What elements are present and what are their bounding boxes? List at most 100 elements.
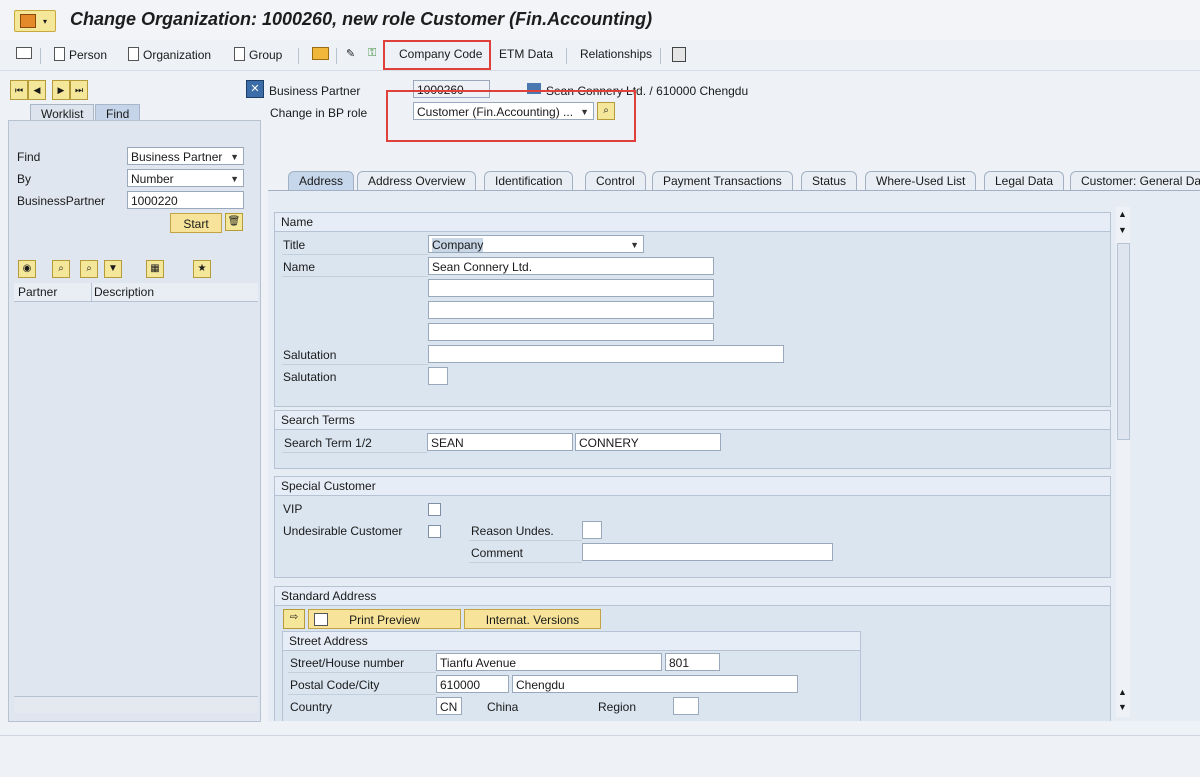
search-term-1-input[interactable]: SEAN — [427, 433, 573, 451]
person-button[interactable]: Person — [54, 47, 107, 62]
country-name: China — [487, 700, 519, 714]
name-1-input[interactable]: Sean Connery Ltd. — [428, 257, 714, 275]
last-page-icon[interactable]: ⏭ — [70, 80, 88, 100]
lock-icon[interactable]: ⚿ — [368, 47, 376, 60]
undesirable-checkbox[interactable] — [428, 525, 441, 538]
by-select[interactable]: Number — [127, 169, 244, 187]
tab-customer-general-data[interactable]: Customer: General Da — [1070, 171, 1200, 191]
group-button[interactable]: Group — [234, 47, 282, 62]
document-icon — [128, 47, 139, 61]
street-input[interactable]: Tianfu Avenue — [436, 653, 662, 671]
country-code-input[interactable]: CN — [436, 697, 462, 715]
region-label: Region — [598, 700, 637, 714]
menu-icon — [20, 14, 36, 28]
navigation-pane — [8, 120, 261, 722]
tab-address[interactable]: Address — [288, 171, 355, 191]
start-button[interactable]: Start — [170, 213, 222, 233]
tab-legal-data[interactable]: Legal Data — [984, 171, 1065, 191]
undesirable-label: Undesirable Customer — [283, 524, 403, 538]
list-header: Partner Description — [14, 283, 258, 302]
comment-label: Comment — [471, 546, 524, 560]
chevron-down-icon: ▾ — [43, 17, 48, 26]
street-label: Street/House number — [290, 656, 405, 670]
role-label: Change in BP role — [270, 106, 368, 120]
document-icon — [54, 47, 65, 61]
salutation-input[interactable] — [428, 345, 784, 363]
tab-address-overview[interactable]: Address Overview — [357, 171, 477, 191]
tab-control[interactable]: Control — [585, 171, 646, 191]
organization-button[interactable]: Organization — [128, 47, 211, 62]
layout-icon[interactable]: ▦ — [146, 260, 164, 278]
open-folder-icon[interactable] — [312, 47, 329, 63]
name-3-input[interactable] — [428, 301, 714, 319]
next-page-icon[interactable]: ▶ — [52, 80, 70, 100]
scroll-thumb[interactable] — [1117, 243, 1130, 440]
scroll-down-bottom-icon[interactable]: ▼ — [1118, 702, 1127, 712]
tab-content: Name Title Company Name Sean Connery Ltd… — [268, 190, 1200, 721]
title-bar: ▾ Change Organization: 1000260, new role… — [0, 0, 1200, 41]
vip-checkbox[interactable] — [428, 503, 441, 516]
print-preview-button[interactable]: Print Preview — [308, 609, 461, 629]
highlight-bp-role — [386, 90, 636, 142]
name-4-input[interactable] — [428, 323, 714, 341]
by-label: By — [17, 172, 32, 186]
address-book-icon[interactable] — [672, 47, 686, 65]
scroll-up-bottom-icon[interactable]: ▲ — [1118, 687, 1127, 697]
etm-data-button[interactable]: ETM Data — [499, 47, 553, 61]
standard-address-title: Standard Address — [275, 587, 1110, 606]
vertical-scrollbar[interactable]: ▲ ▼ ▲ ▼ — [1116, 207, 1130, 717]
find-next-icon[interactable]: ⌕ — [80, 260, 98, 278]
toggle-navigation-icon[interactable] — [16, 47, 32, 62]
copy-address-icon[interactable]: ⇨ — [283, 609, 305, 629]
title-value: Company — [432, 238, 484, 252]
postal-city-label: Postal Code/City — [290, 678, 380, 692]
favorites-icon[interactable]: ★ — [193, 260, 211, 278]
postal-code-input[interactable]: 610000 — [436, 675, 509, 693]
menu-button[interactable]: ▾ — [14, 10, 56, 32]
tab-where-used-list[interactable]: Where-Used List — [865, 171, 977, 191]
find-binoculars-icon[interactable]: ⌕ — [52, 260, 70, 278]
name-group-title: Name — [275, 213, 1110, 232]
trash-icon[interactable]: 🗑 — [225, 213, 243, 231]
search-term-label: Search Term 1/2 — [284, 436, 372, 450]
country-label: Country — [290, 700, 333, 714]
filter-icon[interactable]: ▼ — [104, 260, 122, 278]
tab-payment-transactions[interactable]: Payment Transactions — [652, 171, 793, 191]
previous-page-icon[interactable]: ◀ — [28, 80, 46, 100]
search-term-2-input[interactable]: CONNERY — [575, 433, 721, 451]
status-bar — [0, 735, 1200, 777]
city-input[interactable]: Chengdu — [512, 675, 798, 693]
scroll-up-icon[interactable]: ▲ — [1118, 209, 1127, 219]
first-page-icon[interactable]: ⏮ — [10, 80, 28, 100]
column-description[interactable]: Description — [94, 285, 154, 299]
house-number-input[interactable]: 801 — [665, 653, 720, 671]
column-partner[interactable]: Partner — [18, 285, 57, 299]
horizontal-scrollbar[interactable] — [14, 696, 258, 713]
internat-versions-button[interactable]: Internat. Versions — [464, 609, 601, 629]
application-toolbar: Person Organization Group ✎ ⚿ Company Co… — [0, 40, 1200, 71]
tab-identification[interactable]: Identification — [484, 171, 574, 191]
vip-label: VIP — [283, 502, 303, 516]
relationships-button[interactable]: Relationships — [580, 47, 652, 61]
bp-label: Business Partner — [269, 84, 361, 98]
region-input[interactable] — [673, 697, 699, 715]
title-label: Title — [283, 238, 306, 252]
find-label: Find — [17, 150, 41, 164]
close-icon[interactable]: ✕ — [246, 80, 264, 98]
special-customer-title: Special Customer — [275, 477, 1110, 496]
comment-input[interactable] — [582, 543, 833, 561]
find-select[interactable]: Business Partner — [127, 147, 244, 165]
salutation-2-label: Salutation — [283, 370, 337, 384]
scroll-down-icon[interactable]: ▼ — [1118, 225, 1127, 235]
business-partner-input[interactable]: 1000220 — [127, 191, 244, 209]
name-2-input[interactable] — [428, 279, 714, 297]
reason-input[interactable] — [582, 521, 602, 539]
street-address-title: Street Address — [283, 632, 860, 651]
details-icon[interactable]: ◉ — [18, 260, 36, 278]
display-change-icon[interactable]: ✎ — [346, 47, 355, 60]
salutation-code-input[interactable] — [428, 367, 448, 385]
title-select[interactable]: Company — [428, 235, 644, 253]
search-terms-title: Search Terms — [275, 411, 1110, 430]
business-partner-label: BusinessPartner — [17, 194, 106, 208]
tab-status[interactable]: Status — [801, 171, 858, 191]
